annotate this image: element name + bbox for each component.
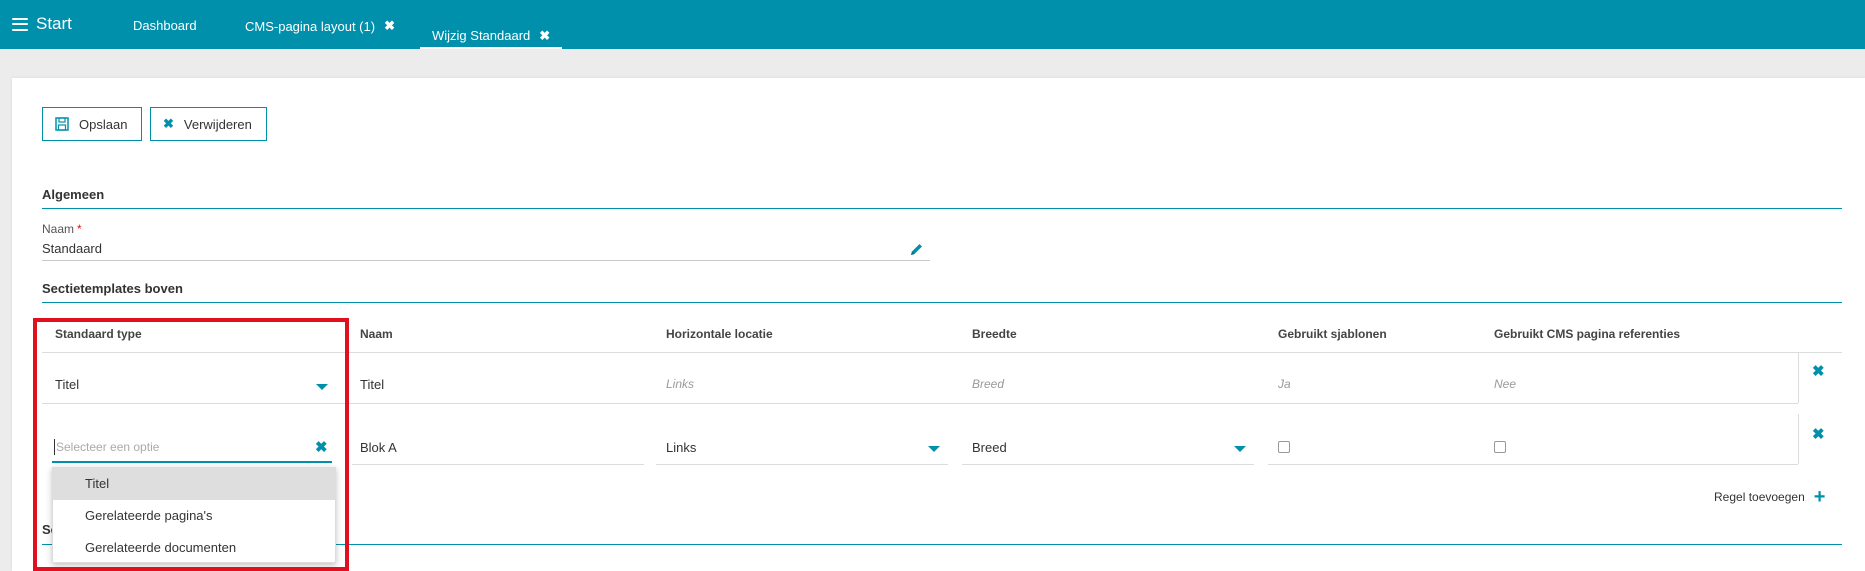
name-label-text: Naam	[42, 222, 75, 236]
row-action-divider	[1798, 352, 1799, 403]
section-divider	[42, 208, 1842, 209]
name-field-underline	[42, 260, 930, 261]
column-header-uses-cms-refs: Gebruikt CMS pagina referenties	[1494, 327, 1681, 341]
tab-label: Dashboard	[133, 18, 197, 33]
tab-dashboard[interactable]: Dashboard	[133, 18, 197, 33]
row2-uses-templates-checkbox[interactable]	[1278, 441, 1290, 453]
row-action-divider	[1798, 414, 1799, 464]
chevron-down-icon[interactable]	[1234, 446, 1246, 452]
row1-name-field[interactable]: Titel	[360, 377, 384, 392]
section-divider	[42, 302, 1842, 303]
close-icon: ✖	[163, 116, 174, 131]
row1-width-value: Breed	[972, 377, 1005, 391]
delete-row-icon[interactable]: ✖	[1812, 425, 1825, 443]
section-title-top-templates: Sectietemplates boven	[42, 281, 183, 296]
start-label: Start	[36, 14, 72, 33]
name-field-label: Naam *	[42, 222, 82, 236]
save-button-label: Opslaan	[79, 116, 128, 132]
start-menu-button[interactable]: Start	[12, 14, 72, 34]
hamburger-icon	[12, 17, 28, 31]
column-header-name: Naam	[360, 327, 393, 341]
field-underline	[1268, 464, 1798, 465]
column-header-width: Breedte	[972, 327, 1017, 341]
add-row-label: Regel toevoegen	[1714, 490, 1805, 504]
close-tab-icon[interactable]: ✖	[539, 28, 550, 44]
section-title-general: Algemeen	[42, 187, 105, 202]
tab-label: Wijzig Standaard	[432, 28, 531, 43]
top-navigation-bar: Start Dashboard CMS-pagina layout (1) ✖ …	[0, 0, 1865, 49]
row2-name-field[interactable]: Blok A	[360, 440, 397, 455]
row2-location-select[interactable]: Links	[666, 440, 696, 455]
delete-button[interactable]: ✖ Verwijderen	[150, 107, 267, 141]
tab-label: CMS-pagina layout (1)	[245, 18, 376, 34]
column-header-uses-templates: Gebruikt sjablonen	[1278, 327, 1387, 341]
column-header-horizontal-location: Horizontale locatie	[666, 327, 773, 341]
row2-uses-refs-checkbox[interactable]	[1494, 441, 1506, 453]
field-underline	[962, 464, 1254, 465]
row1-location-value: Links	[666, 377, 695, 391]
pencil-icon[interactable]	[909, 242, 924, 260]
field-underline	[352, 464, 644, 465]
field-underline	[656, 464, 948, 465]
add-row-button[interactable]: Regel toevoegen +	[1714, 486, 1826, 508]
highlight-annotation-box	[33, 318, 349, 571]
chevron-down-icon[interactable]	[928, 446, 940, 452]
delete-button-label: Verwijderen	[183, 116, 252, 132]
row1-uses-templates-value: Ja	[1278, 377, 1291, 391]
row2-width-select[interactable]: Breed	[972, 440, 1007, 455]
tab-cms-pagina-layout[interactable]: CMS-pagina layout (1) ✖	[245, 18, 395, 34]
name-field[interactable]: Standaard	[42, 241, 102, 256]
save-button[interactable]: Opslaan	[42, 107, 143, 141]
tab-wijzig-standaard[interactable]: Wijzig Standaard ✖	[420, 14, 563, 49]
plus-icon: +	[1813, 486, 1826, 508]
delete-row-icon[interactable]: ✖	[1812, 362, 1825, 380]
row1-uses-refs-value: Nee	[1494, 377, 1517, 391]
required-marker: *	[77, 222, 82, 236]
close-tab-icon[interactable]: ✖	[384, 18, 395, 34]
floppy-disk-icon	[55, 117, 69, 131]
